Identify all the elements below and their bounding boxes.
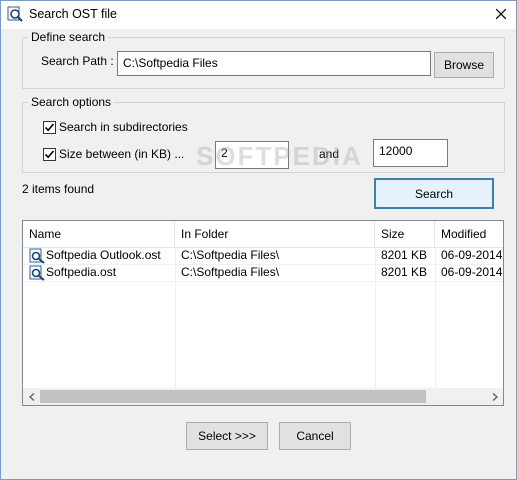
- items-found-status: 2 items found: [22, 182, 95, 196]
- search-path-input[interactable]: C:\Softpedia Files: [117, 51, 431, 76]
- define-search-group: Define search Search Path : C:\Softpedia…: [22, 30, 505, 89]
- window-title: Search OST file: [29, 7, 118, 21]
- table-row[interactable]: Softpedia.ost C:\Softpedia Files\ 8201 K…: [23, 264, 503, 282]
- size-max-input[interactable]: 12000: [373, 139, 448, 167]
- scrollbar-thumb[interactable]: [40, 390, 426, 403]
- scroll-left-button[interactable]: [23, 388, 40, 405]
- checkmark-icon: [44, 150, 55, 159]
- ost-file-icon: [29, 265, 45, 281]
- row-size: 8201 KB: [381, 248, 428, 262]
- cancel-button[interactable]: Cancel: [279, 422, 351, 450]
- results-list[interactable]: Name In Folder Size Modified Softpedia O…: [22, 220, 504, 406]
- column-header-in-folder[interactable]: In Folder: [175, 221, 375, 247]
- results-header: Name In Folder Size Modified: [23, 221, 503, 248]
- search-button[interactable]: Search: [374, 178, 494, 209]
- chevron-left-icon: [28, 392, 34, 401]
- row-name: Softpedia.ost: [46, 265, 117, 279]
- ost-file-icon: [29, 248, 45, 264]
- search-ost-icon: [7, 6, 23, 22]
- column-header-modified[interactable]: Modified: [435, 221, 503, 247]
- scroll-right-button[interactable]: [486, 388, 503, 405]
- close-button[interactable]: [486, 1, 516, 29]
- checkmark-icon: [44, 123, 55, 132]
- table-row[interactable]: Softpedia Outlook.ost C:\Softpedia Files…: [23, 247, 503, 265]
- size-between-label: Size between (in KB) ...: [59, 147, 185, 161]
- row-folder: C:\Softpedia Files\: [181, 248, 280, 262]
- search-subdirectories-checkbox[interactable]: [43, 121, 56, 134]
- select-button[interactable]: Select >>>: [186, 422, 268, 450]
- size-between-checkbox[interactable]: [43, 148, 56, 161]
- search-ost-dialog: Search OST file Define search Search Pat…: [0, 0, 517, 480]
- row-modified: 06-09-2014 1: [441, 248, 503, 262]
- search-options-legend: Search options: [28, 95, 115, 109]
- search-options-group: Search options Search in subdirectories …: [22, 95, 505, 173]
- title-bar: Search OST file: [1, 1, 516, 29]
- define-search-legend: Define search: [28, 30, 109, 44]
- search-path-label: Search Path :: [41, 54, 114, 68]
- chevron-right-icon: [492, 392, 498, 401]
- search-subdirectories-label: Search in subdirectories: [59, 120, 188, 134]
- browse-button[interactable]: Browse: [434, 52, 494, 78]
- size-min-input[interactable]: 2: [215, 141, 289, 169]
- column-header-name[interactable]: Name: [23, 221, 175, 247]
- row-folder: C:\Softpedia Files\: [181, 265, 280, 279]
- row-modified: 06-09-2014 1: [441, 265, 503, 279]
- row-size: 8201 KB: [381, 265, 428, 279]
- row-name: Softpedia Outlook.ost: [46, 248, 161, 262]
- and-label: and: [319, 147, 340, 161]
- horizontal-scrollbar[interactable]: [23, 388, 503, 405]
- column-header-size[interactable]: Size: [375, 221, 435, 247]
- close-icon: [495, 8, 507, 22]
